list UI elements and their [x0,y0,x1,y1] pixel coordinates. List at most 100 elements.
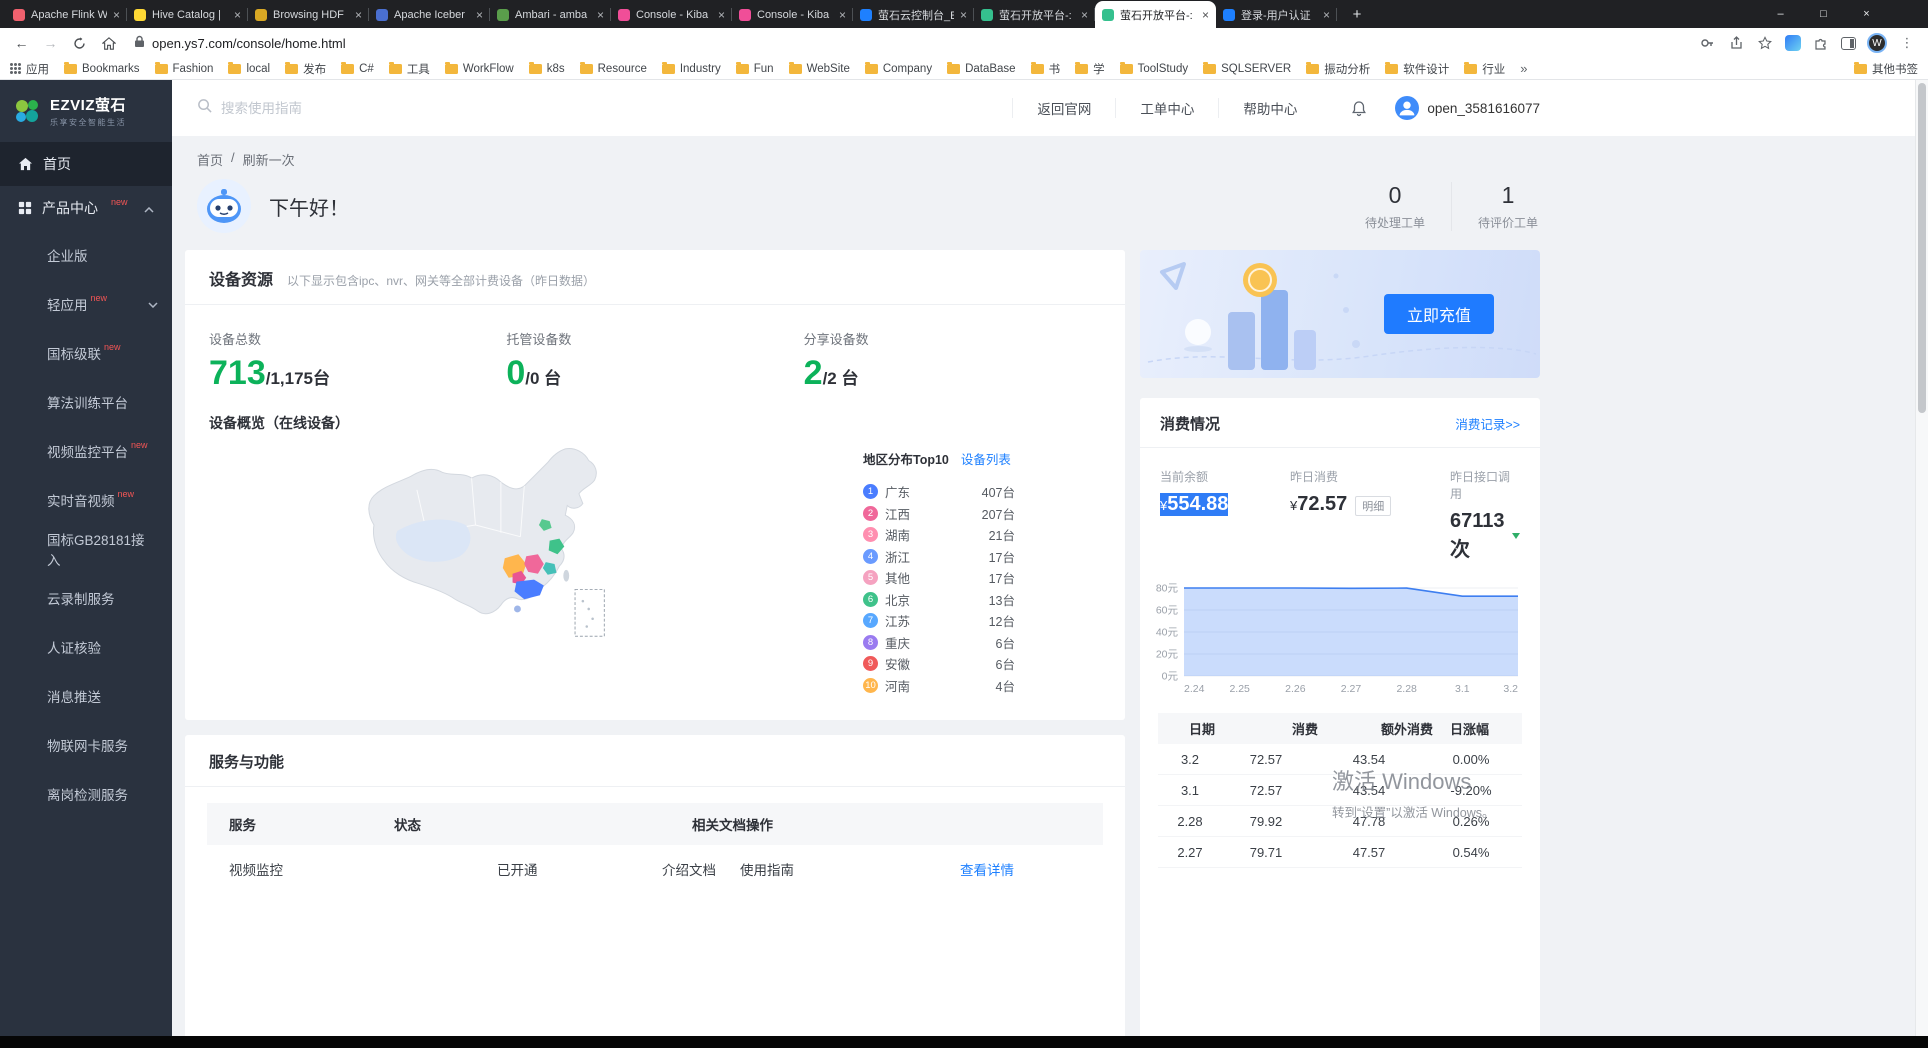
address-bar[interactable]: open.ys7.com/console/home.html [124,30,1696,56]
new-tab-button[interactable]: + [1345,2,1369,26]
window-maximize-button[interactable]: □ [1802,0,1845,28]
browser-tab[interactable]: Console - Kiba × [611,1,732,28]
bookmark-item[interactable]: Fashion [155,63,214,75]
tab-close-icon[interactable]: × [113,8,120,22]
topbar-link[interactable]: 返回官网 [1012,98,1115,118]
sidebar-subitem[interactable]: 企业版 new [0,230,172,279]
topbar-link[interactable]: 帮助中心 [1218,98,1321,118]
forward-icon[interactable]: → [37,30,64,57]
tab-close-icon[interactable]: × [718,8,725,22]
browser-tab[interactable]: Console - Kiba × [732,1,853,28]
tab-close-icon[interactable]: × [597,8,604,22]
back-icon[interactable]: ← [8,30,35,57]
guide-search[interactable] [197,98,461,118]
sidebar-subitem[interactable]: 人证核验 new [0,622,172,671]
bookmark-item[interactable]: WorkFlow [445,63,514,75]
sidebar-item-product-center[interactable]: 产品中心 new [0,186,172,230]
bookmark-item[interactable]: WebSite [789,63,850,75]
breadcrumb-home[interactable]: 首页 [197,150,223,169]
tab-region-distribution[interactable]: 地区分布Top10 [863,449,949,468]
sidebar-subitem[interactable]: 算法训练平台 new [0,377,172,426]
extensions-puzzle-icon[interactable] [1812,34,1830,52]
search-input[interactable] [221,101,461,116]
browser-tab[interactable]: 萤石云控制台_E × [853,1,974,28]
bookmark-item[interactable]: 振动分析 [1306,61,1370,77]
bookmark-item[interactable]: 软件设计 [1385,61,1449,77]
browser-tab[interactable]: 萤石开放平台-: × [974,1,1095,28]
bookmark-item[interactable]: k8s [529,63,565,75]
bookmark-item[interactable]: Company [865,63,932,75]
browser-profile-avatar[interactable]: W [1867,33,1887,53]
bookmark-item[interactable]: local [228,63,270,75]
tab-close-icon[interactable]: × [1323,8,1330,22]
share-icon[interactable] [1727,34,1745,52]
window-minimize-button[interactable]: – [1759,0,1802,28]
service-detail-link[interactable]: 查看详情 [960,859,1014,879]
account-menu[interactable]: open_3581616077 [1395,96,1540,120]
sidebar-item-home[interactable]: 首页 [0,142,172,186]
service-doc-link[interactable]: 介绍文档 [662,859,716,879]
bookmark-item[interactable]: C# [341,63,374,75]
reload-icon[interactable] [66,30,93,57]
bookmark-item[interactable]: Bookmarks [64,63,140,75]
sidebar-subitem[interactable]: 国标级联 new [0,328,172,377]
bookmark-item[interactable]: 学 [1075,61,1105,77]
workorder-stat[interactable]: 1 待评价工单 [1451,182,1540,231]
sidebar-subitem[interactable]: 消息推送 new [0,671,172,720]
tab-close-icon[interactable]: × [234,8,241,22]
tab-close-icon[interactable]: × [476,8,483,22]
sidebar-subitem[interactable]: 物联网卡服务 new [0,720,172,769]
bookmark-item[interactable]: Fun [736,63,774,75]
sidebar-subitem[interactable]: 视频监控平台 new [0,426,172,475]
bookmark-item[interactable]: 工具 [389,61,430,77]
sidebar-subitem[interactable]: 云录制服务 new [0,573,172,622]
bookmark-item[interactable]: 行业 [1464,61,1505,77]
home-icon[interactable] [95,30,122,57]
browser-tab[interactable]: 登录-用户认证 × [1216,1,1337,28]
window-close-button[interactable]: × [1845,0,1888,28]
sidebar-subitem[interactable]: 离岗检测服务 new [0,769,172,818]
browser-tab[interactable]: Apache Iceber × [369,1,490,28]
notification-bell-icon[interactable] [1351,100,1367,117]
side-panel-icon[interactable] [1841,37,1856,50]
tab-close-icon[interactable]: × [839,8,846,22]
bookmark-item[interactable]: 书 [1031,61,1061,77]
menu-kebab-icon[interactable]: ⋮ [1898,34,1916,52]
consumption-records-link[interactable]: 消费记录>> [1455,414,1520,433]
scrollbar-thumb[interactable] [1918,83,1926,413]
tab-device-list[interactable]: 设备列表 [961,449,1011,468]
browser-tab[interactable]: Browsing HDF × [248,1,369,28]
page-scrollbar[interactable] [1915,80,1928,1036]
sidebar-subitem[interactable]: 轻应用 new [0,279,172,328]
topbar-link[interactable]: 工单中心 [1115,98,1218,118]
sidebar-subitem[interactable]: 国标GB28181接入 new [0,524,172,573]
bookmark-item[interactable]: 应用 [10,61,49,77]
workorder-stat[interactable]: 0 待处理工单 [1339,182,1451,231]
bookmark-item[interactable]: ToolStudy [1120,63,1189,75]
bookmark-item[interactable]: 发布 [285,61,326,77]
tab-close-icon[interactable]: × [960,8,967,22]
browser-tab[interactable]: Hive Catalog | × [127,1,248,28]
browser-tab[interactable]: 萤石开放平台-: × [1095,1,1216,28]
china-map[interactable] [355,443,635,696]
browser-tab[interactable]: Ambari - amba × [490,1,611,28]
bookmark-star-icon[interactable] [1756,34,1774,52]
dropdown-caret-icon[interactable] [1512,533,1520,539]
tab-close-icon[interactable]: × [1202,8,1209,22]
other-bookmarks[interactable]: 其他书签 [1854,61,1918,77]
bookmark-item[interactable]: SQLSERVER [1203,63,1291,75]
extension-colored-icon[interactable] [1785,35,1801,51]
bookmark-item[interactable]: Resource [580,63,647,75]
browser-tab[interactable]: Apache Flink W × [6,1,127,28]
bookmark-item[interactable]: DataBase [947,63,1016,75]
detail-button[interactable]: 明细 [1355,496,1391,516]
password-key-icon[interactable] [1698,34,1716,52]
bookmark-item[interactable]: Industry [662,63,721,75]
brand-logo[interactable]: EZVIZ萤石 乐享安全智能生活 [0,80,172,142]
recharge-button[interactable]: 立即充值 [1384,294,1494,334]
tab-close-icon[interactable]: × [1081,8,1088,22]
tab-close-icon[interactable]: × [355,8,362,22]
bookmarks-overflow-icon[interactable]: » [1520,61,1527,76]
sidebar-subitem[interactable]: 实时音视频 new [0,475,172,524]
service-guide-link[interactable]: 使用指南 [740,859,794,879]
